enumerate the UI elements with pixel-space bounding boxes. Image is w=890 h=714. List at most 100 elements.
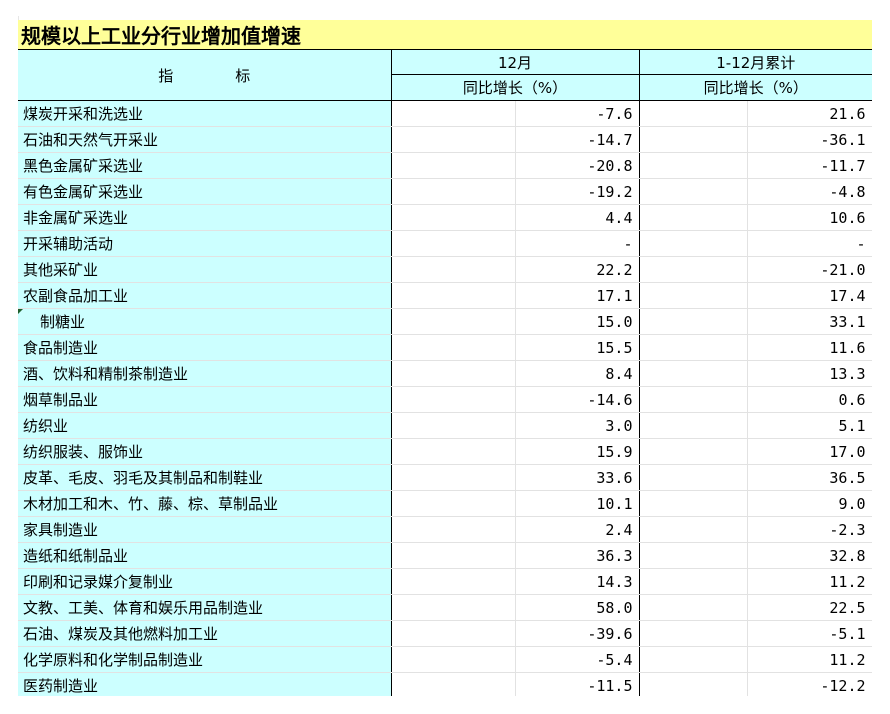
cumulative-yoy-value[interactable]: 5.1 [747,412,872,439]
december-yoy-value[interactable]: -11.5 [515,672,640,696]
industry-name-cell[interactable]: 纺织服装、服饰业 [18,438,392,465]
empty-cell[interactable] [391,334,516,361]
empty-cell[interactable] [391,282,516,309]
empty-cell[interactable] [391,256,516,283]
empty-cell[interactable] [391,542,516,569]
industry-name-cell[interactable]: 烟草制品业 [18,386,392,413]
empty-cell[interactable] [639,152,748,179]
industry-name-cell[interactable]: 煤炭开采和洗选业 [18,100,392,127]
empty-cell[interactable] [391,490,516,517]
cumulative-yoy-value[interactable]: 17.0 [747,438,872,465]
industry-name-cell[interactable]: 石油和天然气开采业 [18,126,392,153]
cumulative-yoy-value[interactable]: 9.0 [747,490,872,517]
empty-cell[interactable] [391,672,516,696]
empty-cell[interactable] [391,412,516,439]
subheader-december-yoy[interactable]: 同比增长（%） [391,74,640,101]
industry-name-cell[interactable]: 食品制造业 [18,334,392,361]
december-yoy-value[interactable]: 8.4 [515,360,640,387]
empty-cell[interactable] [639,646,748,673]
december-yoy-value[interactable]: -14.7 [515,126,640,153]
december-yoy-value[interactable]: - [515,230,640,257]
empty-cell[interactable] [639,308,748,335]
december-yoy-value[interactable]: -19.2 [515,178,640,205]
cumulative-yoy-value[interactable]: 36.5 [747,464,872,491]
empty-cell[interactable] [391,516,516,543]
empty-cell[interactable] [639,204,748,231]
empty-cell[interactable] [391,204,516,231]
industry-name-cell[interactable]: 化学原料和化学制品制造业 [18,646,392,673]
industry-name-cell[interactable]: 文教、工美、体育和娱乐用品制造业 [18,594,392,621]
empty-cell[interactable] [639,230,748,257]
empty-cell[interactable] [639,672,748,696]
industry-name-cell[interactable]: 开采辅助活动 [18,230,392,257]
december-yoy-value[interactable]: 14.3 [515,568,640,595]
cumulative-yoy-value[interactable]: - [747,230,872,257]
empty-cell[interactable] [639,334,748,361]
empty-cell[interactable] [639,516,748,543]
cumulative-yoy-value[interactable]: 10.6 [747,204,872,231]
empty-cell[interactable] [391,464,516,491]
empty-cell[interactable] [391,594,516,621]
industry-name-cell[interactable]: 石油、煤炭及其他燃料加工业 [18,620,392,647]
december-yoy-value[interactable]: -39.6 [515,620,640,647]
december-yoy-value[interactable]: 10.1 [515,490,640,517]
cumulative-yoy-value[interactable]: -2.3 [747,516,872,543]
empty-cell[interactable] [391,152,516,179]
empty-cell[interactable] [639,542,748,569]
industry-name-cell[interactable]: 其他采矿业 [18,256,392,283]
december-yoy-value[interactable]: -5.4 [515,646,640,673]
empty-cell[interactable] [639,178,748,205]
empty-cell[interactable] [391,230,516,257]
december-yoy-value[interactable]: 2.4 [515,516,640,543]
empty-cell[interactable] [391,100,516,127]
empty-cell[interactable] [639,256,748,283]
empty-cell[interactable] [639,126,748,153]
december-yoy-value[interactable]: 15.5 [515,334,640,361]
empty-cell[interactable] [639,568,748,595]
cumulative-yoy-value[interactable]: 33.1 [747,308,872,335]
empty-cell[interactable] [639,360,748,387]
industry-name-cell[interactable]: 家具制造业 [18,516,392,543]
cumulative-yoy-value[interactable]: -36.1 [747,126,872,153]
cumulative-yoy-value[interactable]: 17.4 [747,282,872,309]
december-yoy-value[interactable]: 4.4 [515,204,640,231]
cumulative-yoy-value[interactable]: 0.6 [747,386,872,413]
table-title[interactable]: 规模以上工业分行业增加值增速 [18,20,872,50]
cumulative-yoy-value[interactable]: 11.6 [747,334,872,361]
empty-cell[interactable] [639,282,748,309]
cumulative-yoy-value[interactable]: 32.8 [747,542,872,569]
empty-cell[interactable] [639,594,748,621]
industry-name-cell[interactable]: 皮革、毛皮、羽毛及其制品和制鞋业 [18,464,392,491]
period-header-december[interactable]: 12月 [391,49,640,75]
empty-cell[interactable] [391,360,516,387]
december-yoy-value[interactable]: -20.8 [515,152,640,179]
empty-cell[interactable] [639,412,748,439]
december-yoy-value[interactable]: 3.0 [515,412,640,439]
december-yoy-value[interactable]: 17.1 [515,282,640,309]
empty-cell[interactable] [391,620,516,647]
cumulative-yoy-value[interactable]: -11.7 [747,152,872,179]
december-yoy-value[interactable]: 22.2 [515,256,640,283]
cumulative-yoy-value[interactable]: 11.2 [747,568,872,595]
cumulative-yoy-value[interactable]: 22.5 [747,594,872,621]
empty-cell[interactable] [639,490,748,517]
industry-name-cell[interactable]: 酒、饮料和精制茶制造业 [18,360,392,387]
december-yoy-value[interactable]: 36.3 [515,542,640,569]
industry-name-cell[interactable]: 有色金属矿采选业 [18,178,392,205]
empty-cell[interactable] [639,386,748,413]
empty-cell[interactable] [639,620,748,647]
industry-name-cell[interactable]: 农副食品加工业 [18,282,392,309]
industry-name-cell[interactable]: 制糖业 [18,308,392,335]
industry-name-cell[interactable]: 医药制造业 [18,672,392,696]
empty-cell[interactable] [391,126,516,153]
cumulative-yoy-value[interactable]: -4.8 [747,178,872,205]
cumulative-yoy-value[interactable]: -5.1 [747,620,872,647]
industry-name-cell[interactable]: 印刷和记录媒介复制业 [18,568,392,595]
december-yoy-value[interactable]: 15.9 [515,438,640,465]
empty-cell[interactable] [391,386,516,413]
cumulative-yoy-value[interactable]: -21.0 [747,256,872,283]
cumulative-yoy-value[interactable]: 21.6 [747,100,872,127]
december-yoy-value[interactable]: -14.6 [515,386,640,413]
cumulative-yoy-value[interactable]: 13.3 [747,360,872,387]
industry-name-cell[interactable]: 非金属矿采选业 [18,204,392,231]
